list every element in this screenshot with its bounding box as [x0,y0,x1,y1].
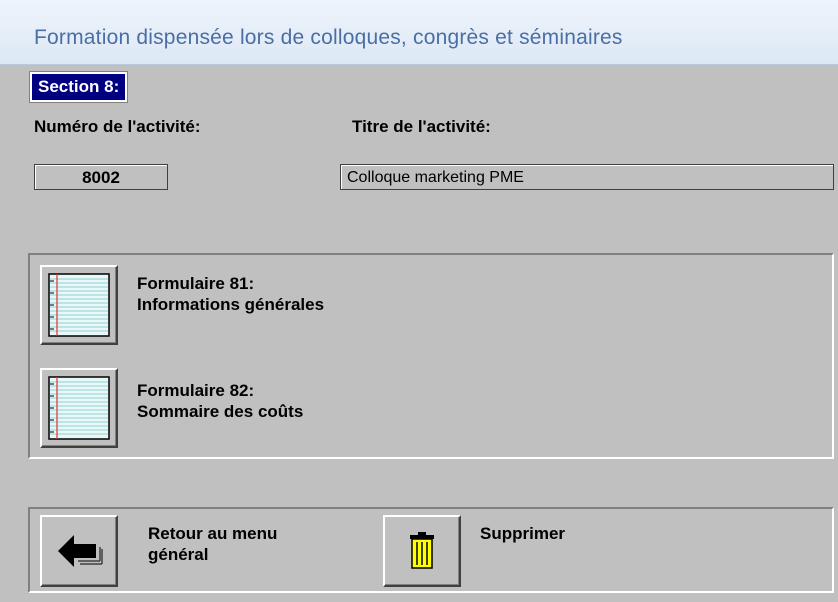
back-to-menu-line1: Retour au menu [148,524,278,543]
back-to-menu-button[interactable] [40,515,118,587]
notepad-icon [48,376,110,445]
activity-number-field[interactable]: 8002 [34,164,168,190]
form-81-subtitle: Informations générales [137,295,325,314]
form-81-title: Formulaire 81: [137,274,255,293]
trash-icon [409,531,435,574]
back-arrow-icon [56,531,104,578]
delete-label: Supprimer [480,524,566,543]
title-bar: Formation dispensée lors de colloques, c… [0,0,838,65]
activity-title-label: Titre de l'activité: [352,117,491,136]
notepad-icon [48,273,110,342]
section-badge: Section 8: [28,71,129,103]
form-82-label: Formulaire 82: Sommaire des coûts [137,380,303,422]
activity-title-field[interactable]: Colloque marketing PME [340,164,834,190]
form-82-title: Formulaire 82: [137,381,255,400]
form-82-button[interactable] [40,368,118,448]
back-to-menu-label: Retour au menu général [148,523,277,565]
activity-number-label: Numéro de l'activité: [34,117,201,136]
form-81-button[interactable] [40,265,118,345]
delete-button[interactable] [383,515,461,587]
back-to-menu-line2: général [148,545,209,564]
form-82-subtitle: Sommaire des coûts [137,402,304,421]
form-81-label: Formulaire 81: Informations générales [137,273,324,315]
window-title: Formation dispensée lors de colloques, c… [34,26,623,49]
